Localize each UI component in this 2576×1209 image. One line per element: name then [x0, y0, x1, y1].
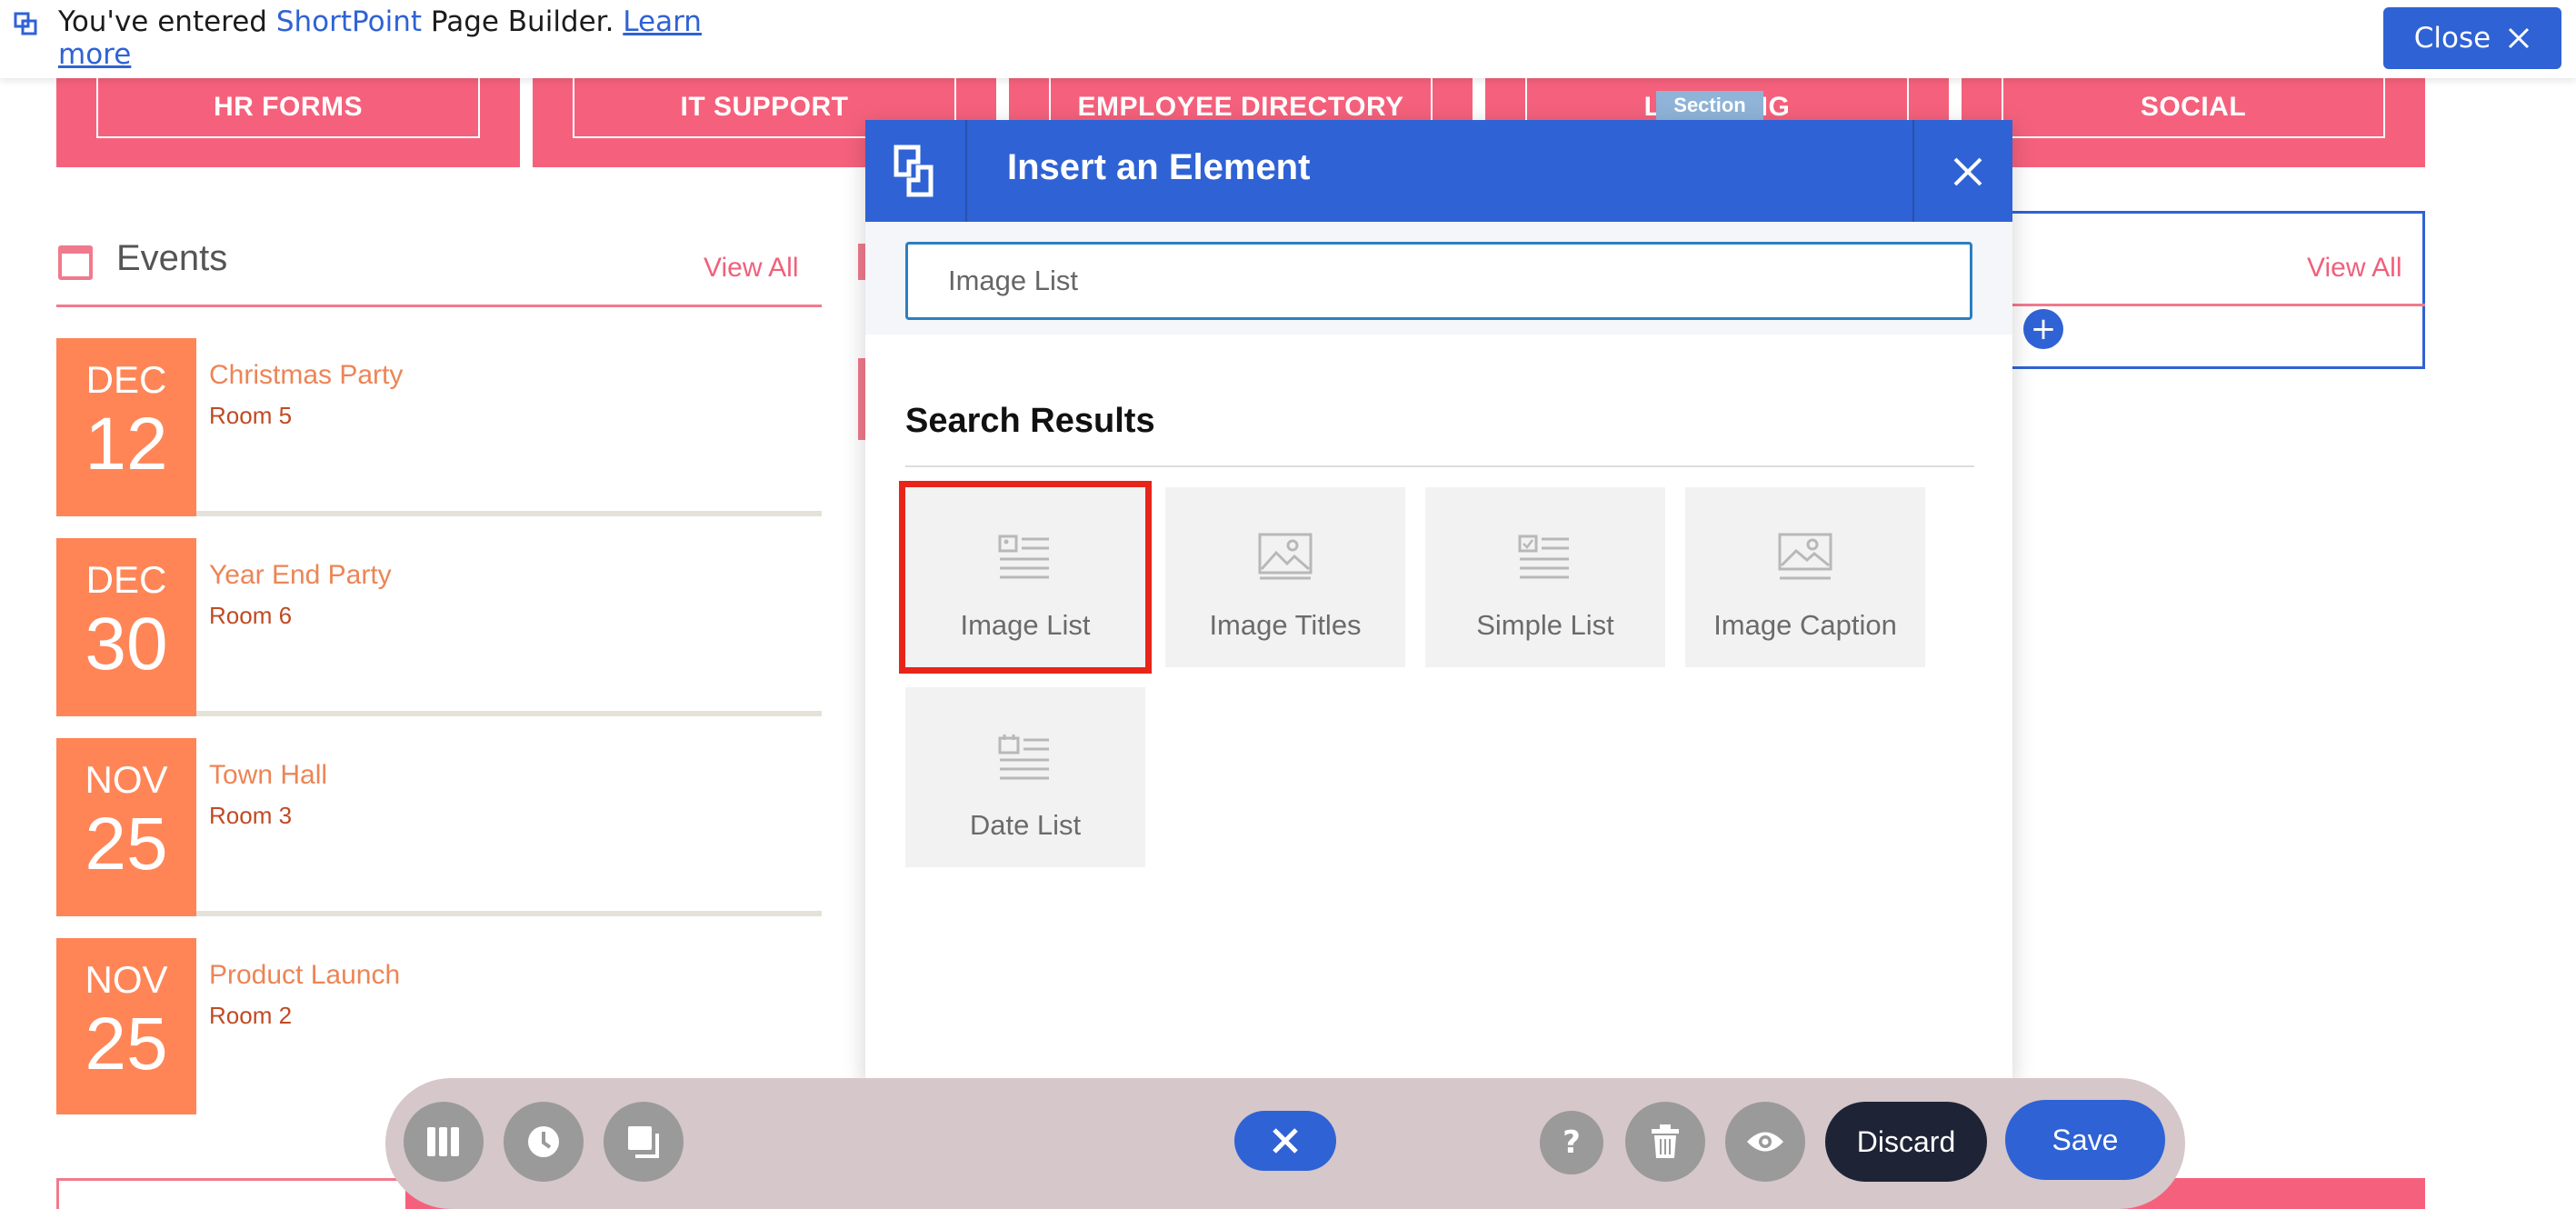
close-icon	[1273, 1128, 1298, 1154]
result-card-image-caption[interactable]: Image Caption	[1685, 487, 1925, 667]
insert-element-dialog: Insert an Element Search Results Image L…	[865, 120, 2012, 1084]
delete-button[interactable]	[1625, 1102, 1705, 1182]
shortpoint-logo-icon	[14, 12, 37, 35]
search-area	[865, 222, 2012, 335]
add-element-icon[interactable]: +	[2023, 309, 2063, 349]
save-button[interactable]: Save	[2005, 1100, 2165, 1180]
header-divider	[1912, 120, 1914, 222]
event-date-block: NOV 25	[56, 738, 196, 916]
dialog-title: Insert an Element	[1007, 147, 1311, 187]
trash-icon	[1652, 1124, 1679, 1158]
result-card-date-list[interactable]: Date List	[905, 687, 1145, 867]
events-header: Events View All	[56, 235, 822, 307]
event-item[interactable]: DEC 30 Year End Party Room 6	[56, 538, 822, 716]
events-view-all-link[interactable]: View All	[704, 253, 799, 284]
event-date-block: DEC 30	[56, 538, 196, 716]
calendar-icon	[58, 245, 93, 280]
event-title[interactable]: Year End Party	[209, 560, 392, 591]
selected-widget-outline[interactable]	[1996, 211, 2425, 369]
preview-button[interactable]	[1725, 1102, 1805, 1182]
widget-divider	[1996, 304, 2425, 306]
right-view-all-link[interactable]: View All	[2307, 253, 2402, 284]
close-icon	[1953, 157, 1982, 186]
banner-message: You've entered ShortPoint Page Builder. …	[58, 5, 713, 71]
nav-tile-label: SOCIAL	[2002, 78, 2385, 138]
event-day: 25	[85, 1003, 168, 1085]
layers-button[interactable]	[604, 1102, 684, 1182]
event-room: Room 5	[209, 402, 293, 429]
event-title[interactable]: Christmas Party	[209, 360, 403, 391]
nav-tile-social[interactable]: SOCIAL	[1962, 78, 2425, 167]
event-item[interactable]: DEC 12 Christmas Party Room 5	[56, 338, 822, 516]
image-list-icon	[998, 535, 1049, 579]
discard-button[interactable]: Discard	[1825, 1102, 1987, 1182]
builder-toolbar: ? Discard Save	[385, 1078, 2185, 1209]
result-card-label: Image Caption	[1713, 609, 1897, 641]
columns-icon	[427, 1127, 459, 1156]
element-search-input[interactable]	[905, 242, 1972, 320]
background-widget-edge	[56, 1178, 420, 1209]
event-item[interactable]: NOV 25 Town Hall Room 3	[56, 738, 822, 916]
result-card-label: Image Titles	[1209, 609, 1362, 641]
banner-suffix: Page Builder.	[430, 5, 614, 38]
event-title[interactable]: Product Launch	[209, 960, 400, 991]
eye-icon	[1747, 1132, 1783, 1152]
dialog-close-button[interactable]	[1942, 145, 1994, 198]
close-panel-button[interactable]	[1234, 1111, 1336, 1171]
help-button[interactable]: ?	[1540, 1111, 1603, 1174]
event-day: 25	[85, 803, 168, 885]
close-builder-button[interactable]: Close	[2383, 7, 2561, 69]
learn-more-link-line1[interactable]: Learn	[623, 5, 702, 38]
event-month: NOV	[85, 958, 168, 1001]
image-caption-icon	[1778, 533, 1832, 580]
banner-prefix: You've entered	[58, 5, 267, 38]
layers-icon	[628, 1126, 659, 1158]
columns-button[interactable]	[404, 1102, 484, 1182]
result-card-label: Date List	[969, 809, 1082, 841]
event-day: 12	[85, 403, 168, 485]
nav-tile-hr-forms[interactable]: HR FORMS	[56, 78, 520, 167]
result-card-image-list[interactable]: Image List	[899, 481, 1152, 674]
close-icon	[2509, 27, 2530, 49]
result-card-label: Simple List	[1476, 609, 1614, 641]
event-month: NOV	[85, 758, 168, 801]
events-title: Events	[116, 238, 228, 278]
results-divider	[905, 465, 1974, 467]
search-results-title: Search Results	[905, 402, 1155, 440]
clock-icon	[528, 1126, 559, 1157]
date-list-icon	[998, 734, 1049, 780]
event-date-block: NOV 25	[56, 938, 196, 1114]
learn-more-link-line2[interactable]: more	[58, 38, 131, 71]
result-card-image-titles[interactable]: Image Titles	[1165, 487, 1405, 667]
event-date-block: DEC 12	[56, 338, 196, 516]
event-title[interactable]: Town Hall	[209, 760, 327, 791]
event-month: DEC	[85, 358, 167, 401]
event-month: DEC	[85, 558, 167, 601]
result-card-label: Image List	[960, 609, 1091, 641]
background-widget-edge	[858, 358, 865, 440]
nav-tile-label: HR FORMS	[96, 78, 480, 138]
banner-brand: ShortPoint	[275, 5, 423, 38]
help-icon: ?	[1563, 1124, 1581, 1161]
close-builder-label: Close	[2413, 22, 2491, 55]
section-tag: Section	[1656, 91, 1763, 120]
dialog-header: Insert an Element	[865, 120, 2012, 222]
history-button[interactable]	[504, 1102, 584, 1182]
background-widget-edge	[858, 244, 865, 280]
event-day: 30	[85, 603, 168, 685]
event-room: Room 3	[209, 802, 293, 829]
builder-banner: You've entered ShortPoint Page Builder. …	[0, 0, 2576, 78]
image-icon	[1258, 533, 1313, 580]
event-room: Room 6	[209, 602, 293, 629]
event-room: Room 2	[209, 1002, 293, 1029]
simple-list-icon	[1518, 535, 1569, 579]
shortpoint-logo-icon	[894, 145, 934, 197]
result-card-simple-list[interactable]: Simple List	[1425, 487, 1665, 667]
header-divider	[965, 120, 967, 222]
